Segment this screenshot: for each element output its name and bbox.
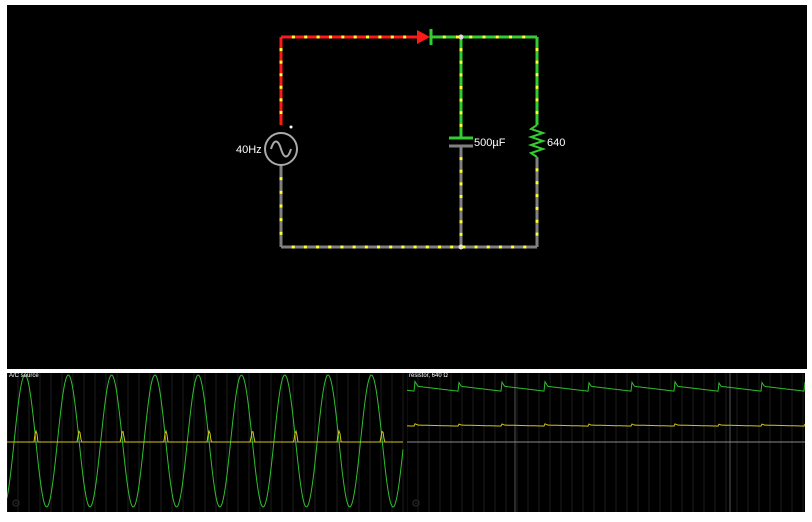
current-dot (291, 35, 295, 39)
junction-node (458, 34, 464, 40)
current-dot (535, 98, 539, 102)
current-dot (279, 98, 283, 102)
current-dot (437, 245, 441, 249)
current-dot (535, 219, 539, 223)
current-dot (364, 245, 368, 249)
current-dot (328, 245, 332, 249)
gear-icon[interactable]: ⚙ (11, 499, 21, 510)
current-dot (279, 48, 283, 52)
current-dot (366, 35, 370, 39)
resistor-current-trace (407, 423, 805, 427)
current-dot (535, 60, 539, 64)
current-dot (495, 35, 499, 39)
current-dot (378, 35, 382, 39)
current-dot (442, 35, 446, 39)
scope-title: A/C source (9, 373, 39, 379)
current-dot (535, 194, 539, 198)
scope-ac-source[interactable]: A/C source ⚙ (7, 373, 407, 512)
current-dot (341, 35, 345, 39)
current-dot (459, 60, 463, 64)
current-dot (535, 85, 539, 89)
source-frequency-label: 40Hz (236, 144, 262, 156)
current-dot (403, 35, 407, 39)
capacitor-value-label: 500µF (474, 137, 506, 149)
current-dot (459, 111, 463, 115)
current-dot (482, 35, 486, 39)
current-dot (462, 245, 466, 249)
current-dot (509, 35, 512, 39)
current-dot (401, 245, 405, 249)
current-dot (353, 35, 357, 39)
current-dot (498, 245, 502, 249)
current-dot (304, 35, 308, 39)
scope-title: resistor, 640 Ω (409, 373, 448, 379)
current-dot (459, 123, 463, 127)
wire-source-top[interactable] (279, 35, 417, 125)
current-dot (450, 245, 454, 249)
current-dot (413, 245, 417, 249)
wire-bottom[interactable] (279, 165, 537, 249)
circuit-diagram[interactable] (7, 5, 807, 369)
current-dot (279, 110, 283, 114)
current-dot (425, 245, 429, 249)
current-dot (459, 98, 463, 102)
current-dot (535, 73, 539, 77)
current-dot (474, 245, 478, 249)
current-dot (279, 204, 283, 208)
current-dot (459, 207, 463, 211)
resistor-voltage-trace (407, 380, 805, 392)
current-dot (459, 195, 463, 198)
current-dot (316, 245, 320, 249)
current-dot (535, 110, 539, 114)
current-dot (535, 48, 539, 52)
wire-top-right[interactable] (431, 35, 539, 125)
current-dot (279, 177, 283, 181)
current-dot (279, 60, 283, 64)
current-dot (535, 168, 539, 172)
current-dot (486, 245, 490, 249)
current-dot (340, 245, 344, 249)
current-dot (459, 73, 463, 77)
current-dot (328, 35, 332, 39)
current-dot (469, 35, 473, 39)
current-dot (459, 220, 463, 224)
current-dot (279, 218, 283, 222)
current-dot (535, 206, 539, 210)
current-dot (522, 35, 526, 39)
gear-icon[interactable]: ⚙ (411, 499, 421, 510)
current-dot (523, 245, 527, 249)
capacitor[interactable] (449, 136, 473, 148)
resistor-value-label: 640 (547, 137, 566, 149)
current-dot (316, 35, 320, 39)
current-dot (389, 245, 393, 249)
current-dot (459, 232, 463, 236)
current-dot (279, 190, 283, 194)
current-dot (456, 35, 459, 39)
current-dot (535, 232, 539, 236)
current-dot (279, 73, 283, 77)
circuit-canvas[interactable]: 40Hz 500µF 640 (7, 5, 807, 369)
current-dot (377, 245, 381, 249)
current-dot (459, 48, 463, 52)
scope-ac-source-plot (7, 373, 404, 512)
current-dot (390, 35, 394, 39)
current-dot (279, 231, 283, 235)
scope-resistor-plot (407, 373, 805, 512)
current-dot (459, 86, 463, 89)
current-dot (459, 157, 463, 161)
current-dot (291, 245, 295, 249)
scope-resistor[interactable]: resistor, 640 Ω ⚙ (407, 373, 805, 512)
diode[interactable] (417, 29, 433, 45)
current-dot (352, 245, 356, 249)
current-dot (279, 85, 283, 89)
resistor[interactable] (527, 124, 547, 158)
current-dot (535, 181, 539, 185)
current-dot (303, 245, 307, 249)
current-dot (459, 169, 463, 173)
current-dot (459, 182, 463, 186)
current-dot (511, 245, 515, 249)
ac-source[interactable] (264, 125, 298, 166)
